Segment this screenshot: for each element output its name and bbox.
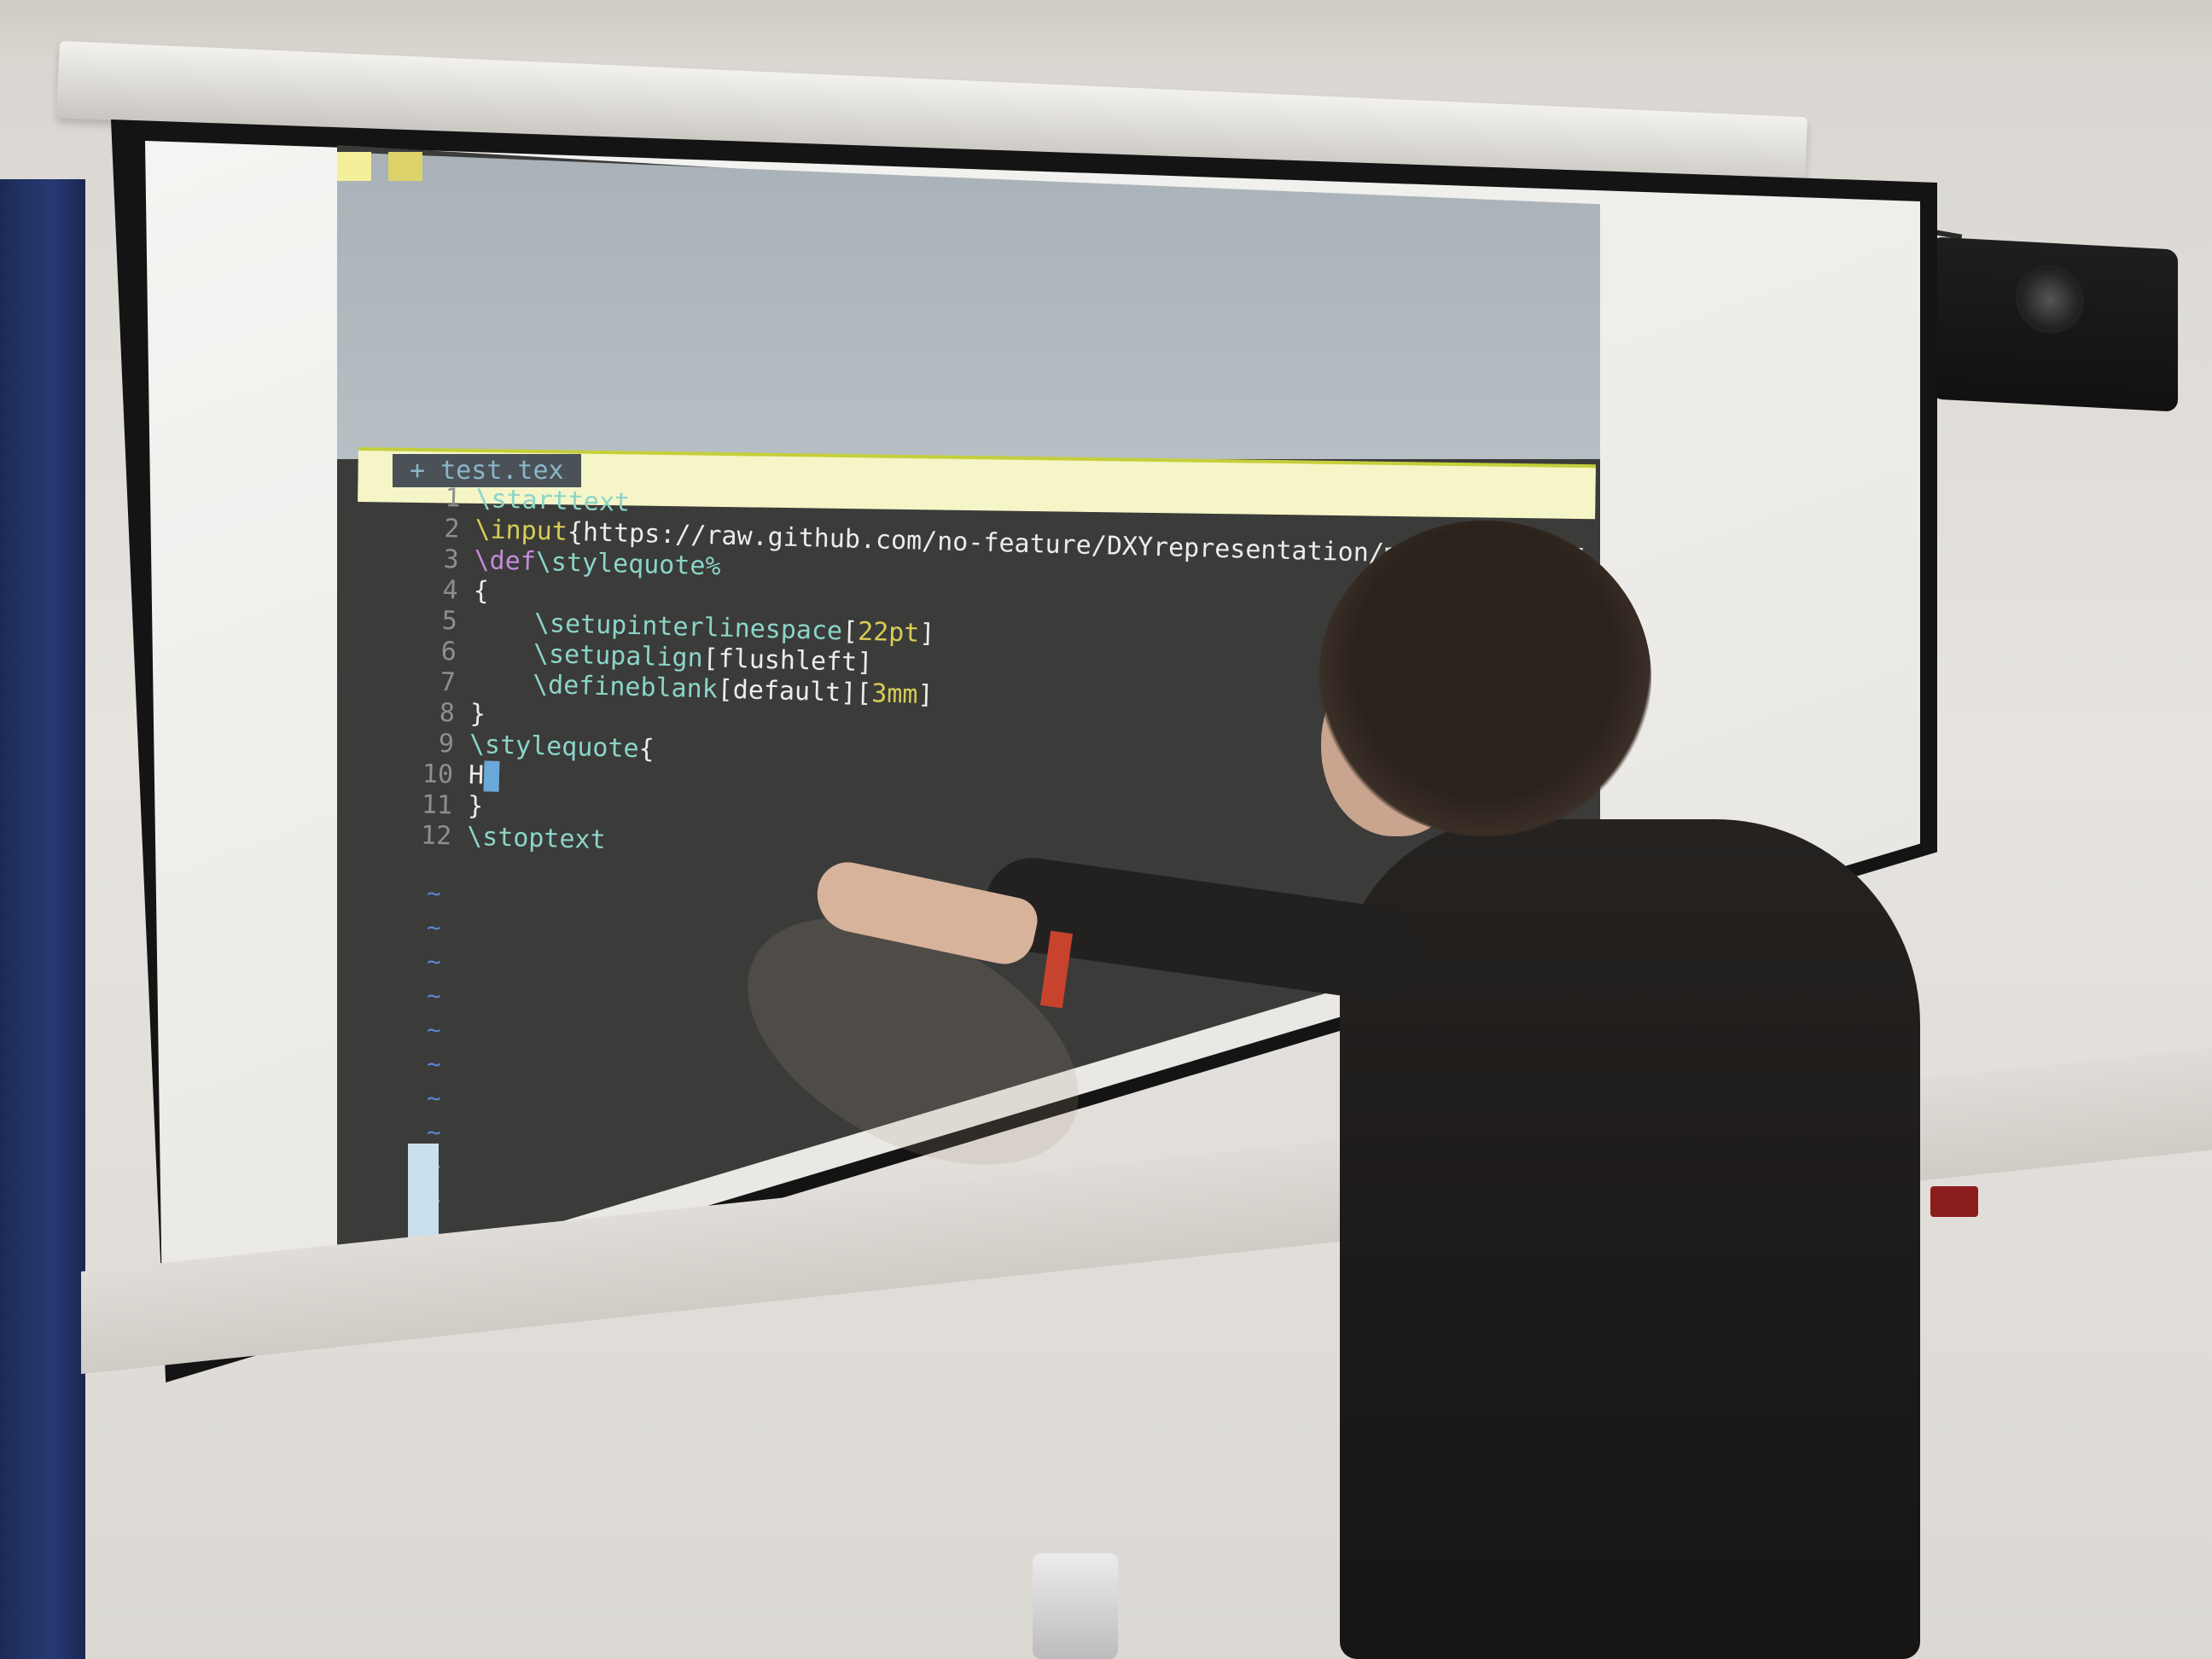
- line-number: 9: [438, 728, 455, 760]
- ceiling: [0, 0, 2212, 60]
- empty-line-tilde: ~: [427, 947, 441, 975]
- code-token: \stylequote: [469, 729, 640, 765]
- presenter-hair: [1318, 521, 1651, 836]
- desk-cup: [1033, 1553, 1118, 1659]
- line-number: 4: [442, 575, 459, 606]
- line-number: 11: [421, 789, 453, 821]
- editor-tab[interactable]: [388, 152, 422, 181]
- code-token: 3mm: [870, 678, 918, 710]
- left-wall-pillar: [0, 179, 85, 1659]
- code-token: 22pt: [857, 616, 920, 649]
- code-token: ]: [917, 679, 934, 711]
- code-token: \stoptext: [466, 821, 607, 856]
- code-token: [default][: [717, 674, 872, 709]
- wall-speaker: [1930, 236, 2178, 412]
- code-token: H: [468, 760, 485, 791]
- empty-line-tilde: ~: [427, 1084, 441, 1112]
- line-number: 10: [422, 759, 454, 790]
- code-token: \input: [474, 515, 568, 547]
- empty-line-tilde: ~: [427, 913, 441, 941]
- line-number: 5: [441, 606, 458, 637]
- code-token: }: [467, 790, 484, 822]
- line-number: 2: [444, 514, 461, 544]
- code-token: {: [638, 734, 655, 765]
- speaker-cone: [2016, 263, 2084, 335]
- line-number: 8: [439, 698, 456, 729]
- code-token: }: [469, 698, 486, 730]
- line-number: 3: [443, 544, 460, 575]
- empty-line-tilde: ~: [427, 1050, 441, 1078]
- code-token: [flushleft]: [702, 643, 873, 678]
- empty-line-tilde: ~: [427, 1016, 441, 1044]
- code-token: {: [473, 576, 490, 607]
- presenter-body: [1340, 819, 1920, 1659]
- editor-tab[interactable]: [337, 152, 371, 181]
- text-cursor: [483, 760, 500, 792]
- line-number: 6: [440, 637, 457, 667]
- line-number: 1: [445, 483, 461, 514]
- code-token: \starttext: [475, 484, 631, 518]
- code-token: [: [841, 616, 859, 647]
- code-token: ]: [918, 618, 935, 649]
- code-token: \defineblank: [470, 667, 719, 705]
- code-token: \def: [474, 545, 537, 577]
- empty-line-tilde: ~: [427, 981, 441, 1010]
- line-number: 7: [439, 667, 457, 698]
- editor-top-pane: [337, 152, 1600, 459]
- line-number: 12: [420, 820, 452, 852]
- editor-tab-strip: [337, 152, 422, 186]
- wall-outlet: [1930, 1186, 1978, 1217]
- empty-line-tilde: ~: [427, 879, 441, 907]
- code-token: \stylequote%: [535, 546, 721, 582]
